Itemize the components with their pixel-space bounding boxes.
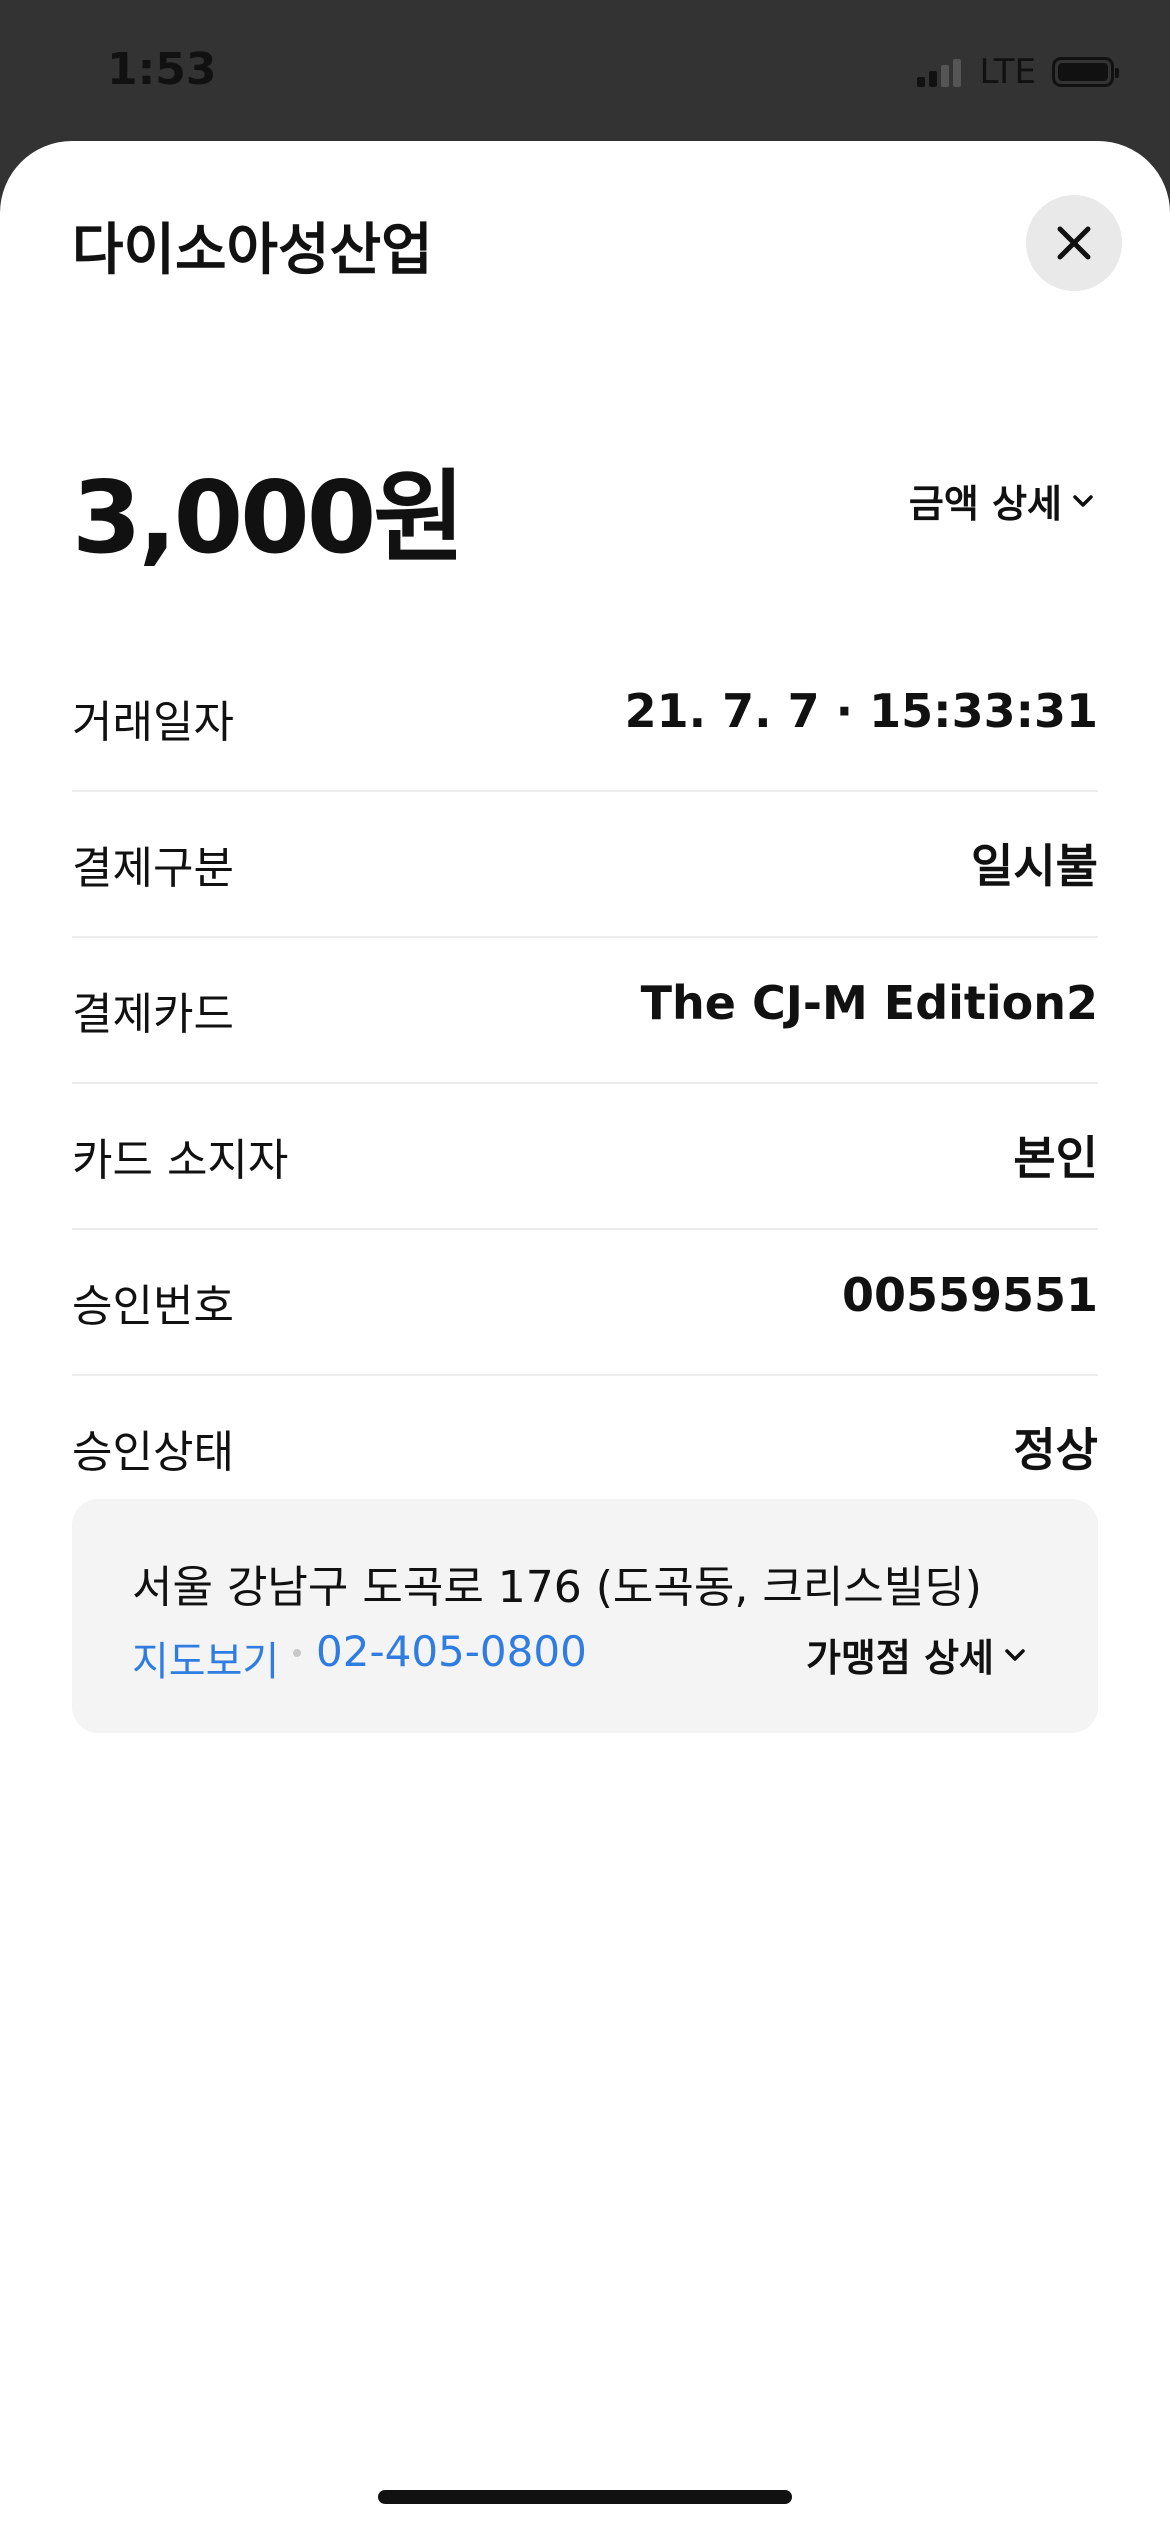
merchant-info-box: 서울 강남구 도곡로 176 (도곡동, 크리스빌딩) 지도보기 02-405-…: [72, 1499, 1098, 1733]
merchant-name: 다이소아성산업: [72, 218, 433, 283]
detail-label: 카드 소지자: [72, 1135, 289, 1186]
merchant-phone-link[interactable]: 02-405-0800: [316, 1627, 587, 1676]
cellular-signal-icon: [917, 57, 965, 87]
detail-value: 00559551: [841, 1268, 1098, 1322]
detail-row-card-holder: 카드 소지자 본인: [72, 1084, 1098, 1230]
transaction-amount: 3,000원: [72, 459, 465, 576]
transaction-detail-sheet: 다이소아성산업 3,000원 금액 상세 거래일자 21. 7. 7 · 15:…: [0, 141, 1170, 2532]
chevron-down-icon: [1073, 494, 1093, 507]
status-indicators: LTE: [917, 52, 1119, 92]
transaction-detail-list: 거래일자 21. 7. 7 · 15:33:31 결제구분 일시불 결제카드 T…: [72, 646, 1098, 1522]
close-icon: [1057, 226, 1091, 260]
close-button[interactable]: [1026, 195, 1122, 291]
detail-value: 정상: [1013, 1423, 1098, 1477]
store-detail-label: 가맹점 상세: [805, 1636, 994, 1680]
chevron-down-icon: [1005, 1648, 1025, 1661]
detail-label: 결제구분: [72, 843, 234, 894]
detail-row-payment-type: 결제구분 일시불: [72, 792, 1098, 938]
detail-value: 21. 7. 7 · 15:33:31: [624, 684, 1098, 738]
battery-icon: [1052, 57, 1119, 87]
detail-value: 본인: [1013, 1131, 1098, 1185]
detail-label: 승인상태: [72, 1427, 234, 1478]
detail-value: The CJ-M Edition2: [640, 976, 1098, 1030]
network-type: LTE: [979, 52, 1036, 92]
status-time: 1:53: [107, 44, 217, 95]
detail-label: 승인번호: [72, 1281, 234, 1332]
separator-dot: [293, 1649, 301, 1657]
status-bar: 1:53 LTE: [0, 0, 1170, 140]
amount-detail-label: 금액 상세: [908, 482, 1062, 526]
detail-row-transaction-date: 거래일자 21. 7. 7 · 15:33:31: [72, 646, 1098, 792]
detail-row-approval-number: 승인번호 00559551: [72, 1230, 1098, 1376]
detail-row-payment-card: 결제카드 The CJ-M Edition2: [72, 938, 1098, 1084]
map-view-link[interactable]: 지도보기: [132, 1629, 279, 1687]
amount-detail-button[interactable]: 금액 상세: [909, 473, 1094, 528]
home-indicator[interactable]: [378, 2490, 792, 2504]
store-detail-button[interactable]: 가맹점 상세: [806, 1627, 1026, 1682]
detail-label: 거래일자: [72, 697, 234, 748]
detail-label: 결제카드: [72, 989, 234, 1040]
merchant-address: 서울 강남구 도곡로 176 (도곡동, 크리스빌딩): [132, 1562, 982, 1613]
detail-value: 일시불: [971, 839, 1098, 893]
